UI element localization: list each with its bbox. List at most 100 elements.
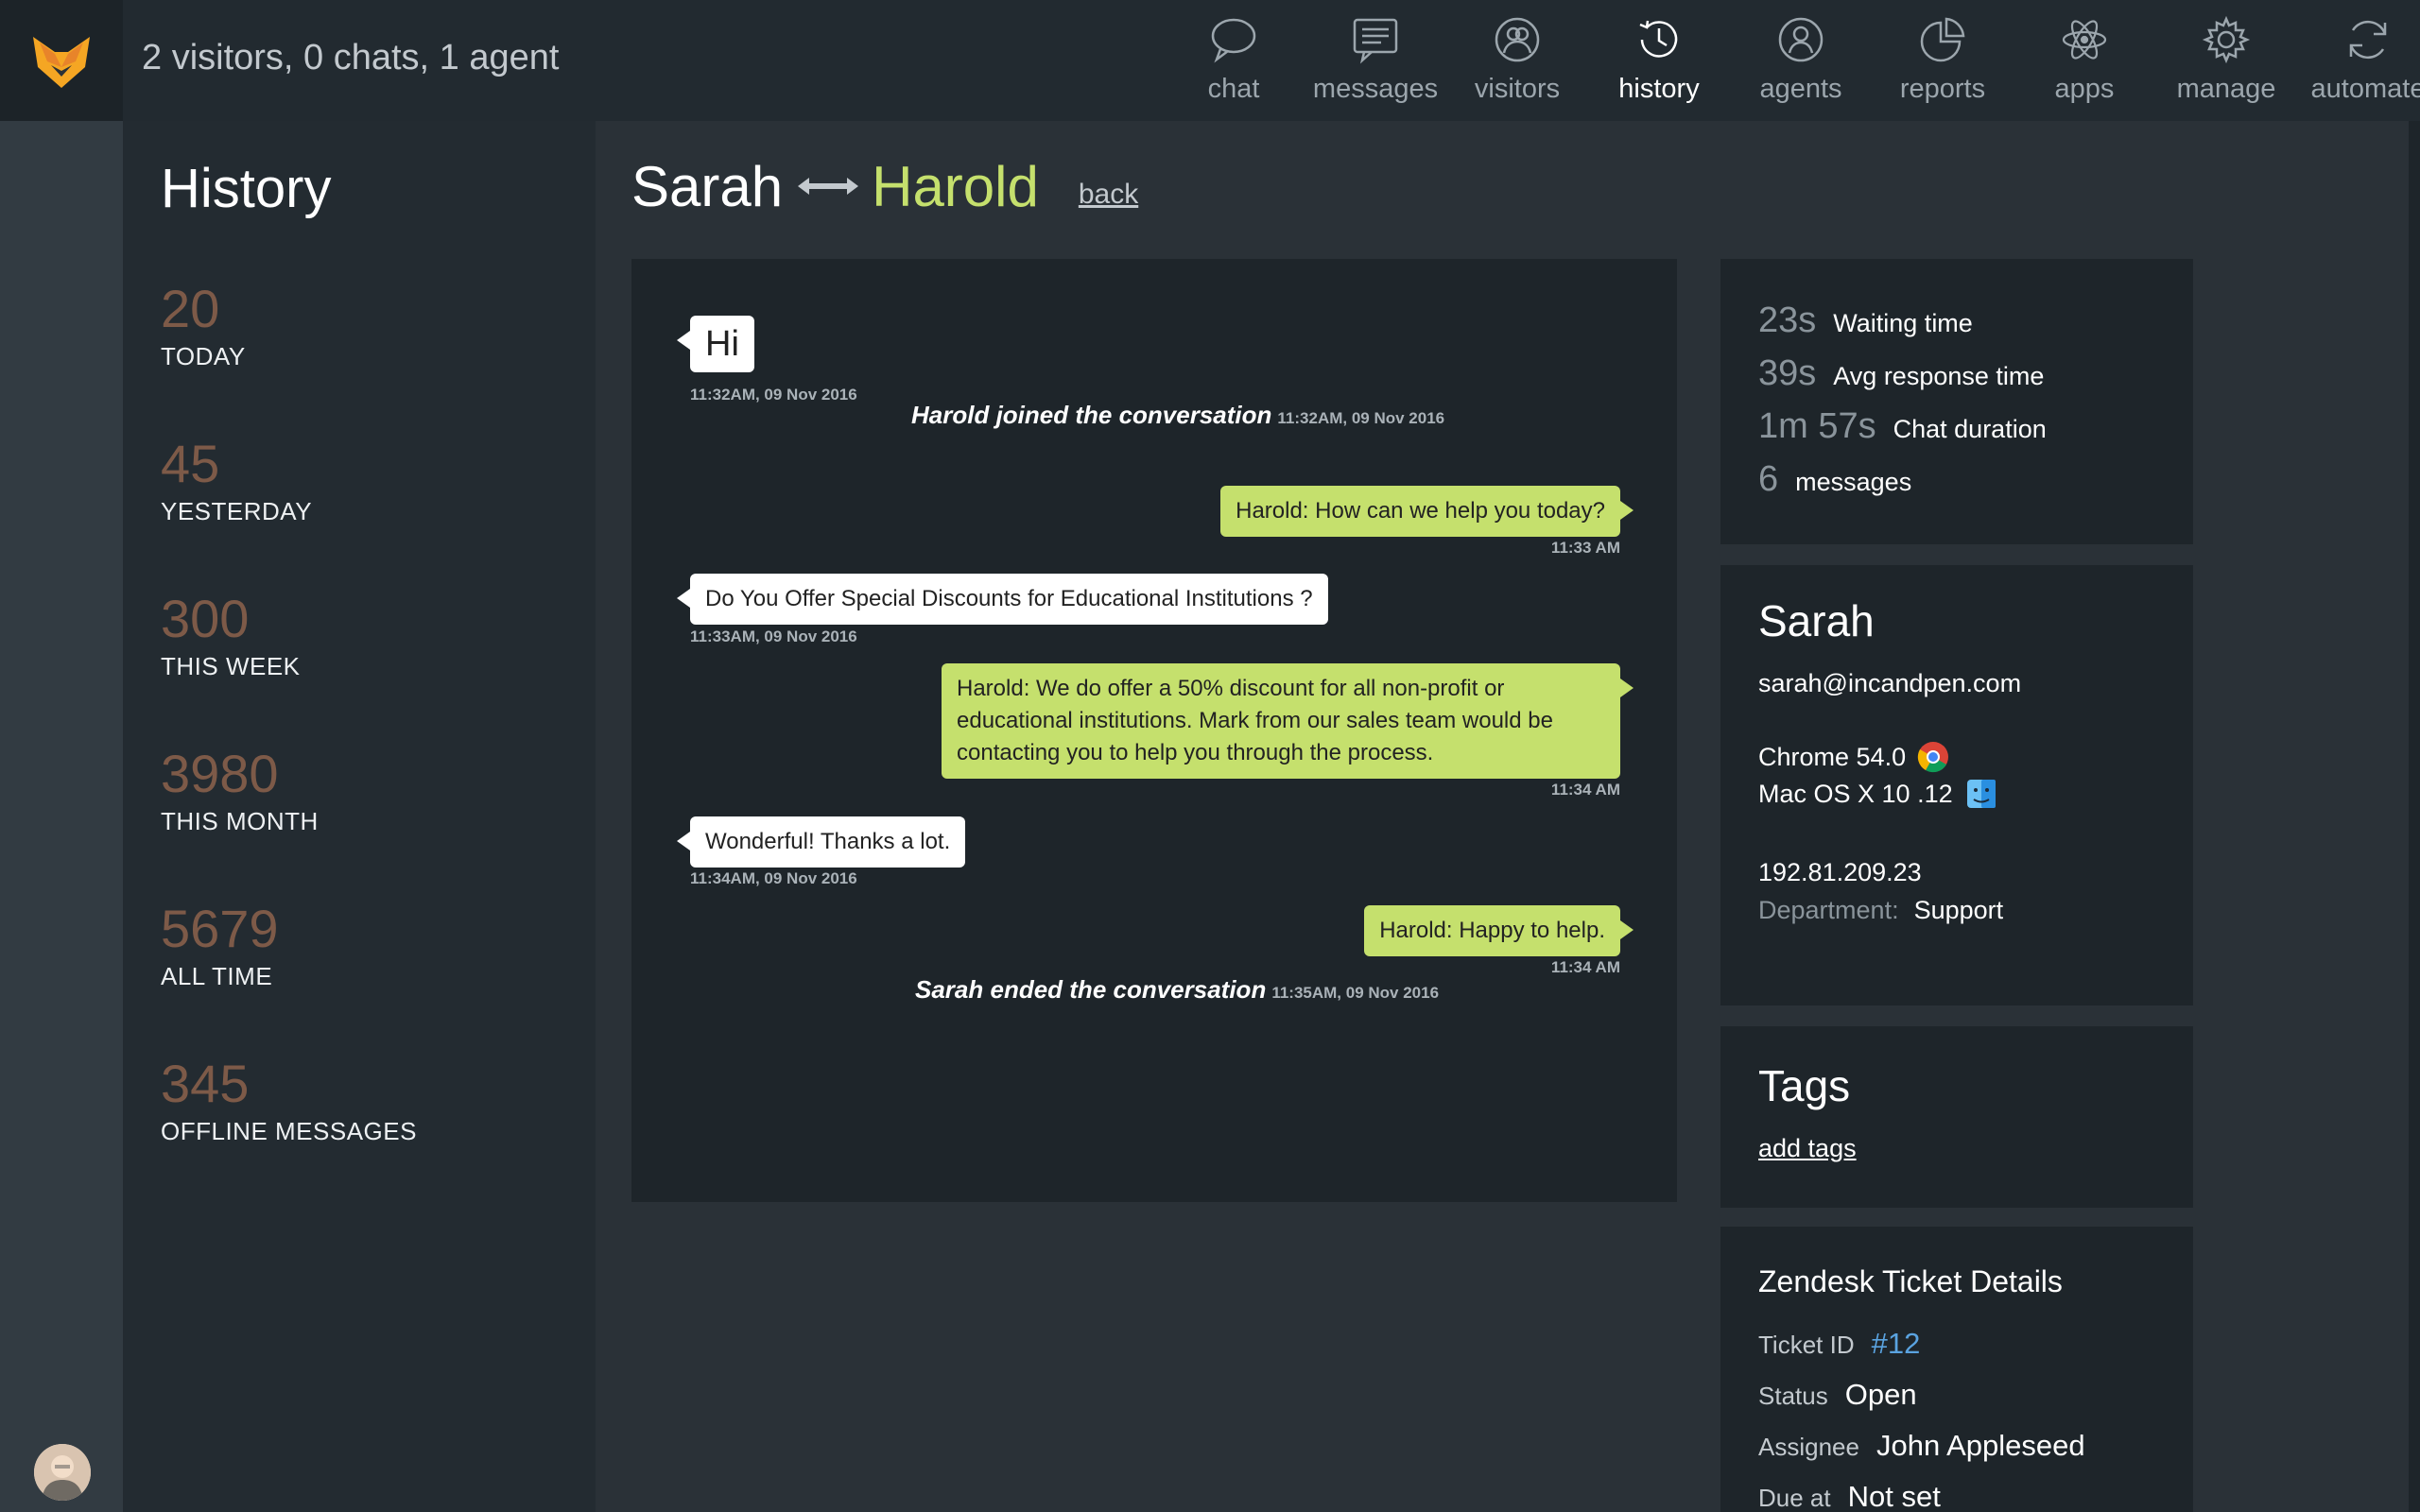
visitor-message: Do You Offer Special Discounts for Educa… bbox=[677, 574, 1328, 625]
stat-all-time[interactable]: 5679 ALL TIME bbox=[161, 900, 279, 991]
nav-automate[interactable]: automate bbox=[2297, 0, 2420, 121]
chrome-icon bbox=[1917, 742, 1949, 773]
stat-value: 20 bbox=[161, 279, 220, 338]
avatar[interactable] bbox=[34, 1444, 91, 1501]
visitor-name-title: Sarah bbox=[631, 154, 784, 218]
department-label: Department: bbox=[1758, 896, 1899, 924]
add-tags-link[interactable]: add tags bbox=[1758, 1134, 1857, 1163]
nav-manage[interactable]: manage bbox=[2155, 0, 2297, 121]
visitor-info-panel: Sarah sarah@incandpen.com Chrome 54.0 Ma… bbox=[1720, 565, 2193, 1005]
nav-reports[interactable]: reports bbox=[1872, 0, 2014, 121]
stat-value: 300 bbox=[161, 589, 250, 648]
right-scroll-edge[interactable] bbox=[2409, 121, 2420, 1512]
chat-bubble-icon bbox=[1211, 18, 1256, 63]
agent-message: Harold: How can we help you today? bbox=[1220, 486, 1634, 537]
metric-avg-response: 39s Avg response time bbox=[1758, 353, 2044, 394]
stat-today[interactable]: 20 TODAY bbox=[161, 280, 246, 371]
metric-label: messages bbox=[1795, 468, 1912, 496]
tags-title: Tags bbox=[1758, 1061, 1851, 1110]
nav-label: agents bbox=[1759, 74, 1842, 104]
stat-value: 345 bbox=[161, 1054, 250, 1113]
stat-value: 45 bbox=[161, 434, 220, 493]
ticket-due-value: Not set bbox=[1847, 1480, 1941, 1512]
visitor-browser: Chrome 54.0 bbox=[1758, 741, 1949, 773]
nav-messages[interactable]: messages bbox=[1305, 0, 1446, 121]
stat-value: 3980 bbox=[161, 744, 279, 803]
stat-offline-messages[interactable]: 345 OFFLINE MESSAGES bbox=[161, 1055, 417, 1146]
metric-waiting-time: 23s Waiting time bbox=[1758, 301, 1973, 341]
visitor-department: Department: Support bbox=[1758, 896, 2003, 925]
nav-label: apps bbox=[2054, 74, 2115, 104]
ticket-due-row: Due at Not set bbox=[1758, 1480, 1941, 1512]
agent-name-title: Harold bbox=[872, 154, 1039, 218]
history-sidebar: History 20 TODAY 45 YESTERDAY 300 THIS W… bbox=[123, 121, 596, 1512]
zendesk-ticket-panel: Zendesk Ticket Details Ticket ID #12 Sta… bbox=[1720, 1227, 2193, 1512]
ticket-status-row: Status Open bbox=[1758, 1378, 1917, 1412]
visitor-name: Sarah bbox=[1758, 596, 1875, 645]
event-time: 11:35AM, 09 Nov 2016 bbox=[1271, 984, 1440, 1002]
metric-value: 6 bbox=[1758, 459, 1779, 499]
os-text: Mac OS X 10 .12 bbox=[1758, 779, 1953, 808]
event-text: Harold joined the conversation bbox=[911, 401, 1272, 429]
ticket-id-link[interactable]: #12 bbox=[1872, 1327, 1921, 1361]
back-link[interactable]: back bbox=[1079, 179, 1138, 211]
chat-metrics-panel: 23s Waiting time 39s Avg response time 1… bbox=[1720, 259, 2193, 544]
visitor-status-text: 2 visitors, 0 chats, 1 agent bbox=[142, 38, 560, 77]
zendesk-title: Zendesk Ticket Details bbox=[1758, 1264, 2063, 1298]
nav-agents[interactable]: agents bbox=[1730, 0, 1872, 121]
sidebar-title: History bbox=[161, 158, 332, 219]
nav-history[interactable]: history bbox=[1588, 0, 1730, 121]
nav-apps[interactable]: apps bbox=[2014, 0, 2155, 121]
ticket-key: Ticket ID bbox=[1758, 1331, 1855, 1359]
message-time: 11:33AM, 09 Nov 2016 bbox=[690, 627, 857, 645]
stat-yesterday[interactable]: 45 YESTERDAY bbox=[161, 435, 312, 526]
agent-message: Harold: We do offer a 50% discount for a… bbox=[942, 663, 1634, 779]
nav-chat[interactable]: chat bbox=[1163, 0, 1305, 121]
visitor-ip: 192.81.209.23 bbox=[1758, 858, 1922, 886]
top-bar: 2 visitors, 0 chats, 1 agent chat messag… bbox=[0, 0, 2420, 121]
stat-label: YESTERDAY bbox=[161, 496, 313, 525]
metric-value: 23s bbox=[1758, 301, 1817, 340]
nav-label: chat bbox=[1207, 74, 1260, 104]
tags-panel: Tags add tags bbox=[1720, 1026, 2193, 1208]
stat-value: 5679 bbox=[161, 899, 279, 958]
fox-logo-icon bbox=[33, 37, 90, 88]
conversation-header: Sarah Harold back bbox=[631, 153, 1138, 219]
message-time: 11:32AM, 09 Nov 2016 bbox=[690, 386, 857, 404]
ticket-assignee-row: Assignee John Appleseed bbox=[1758, 1429, 2085, 1463]
agents-icon bbox=[1778, 17, 1824, 62]
stat-this-week[interactable]: 300 THIS WEEK bbox=[161, 590, 301, 681]
metric-label: Avg response time bbox=[1833, 362, 2045, 390]
nav-visitors[interactable]: visitors bbox=[1446, 0, 1588, 121]
ticket-key: Status bbox=[1758, 1382, 1828, 1410]
app-logo[interactable] bbox=[0, 0, 123, 121]
visitor-os: Mac OS X 10 .12 bbox=[1758, 779, 1996, 809]
visitor-email[interactable]: sarah@incandpen.com bbox=[1758, 669, 2021, 698]
double-arrow-icon bbox=[798, 178, 859, 195]
finder-icon bbox=[1966, 780, 1996, 808]
ticket-status-value: Open bbox=[1844, 1378, 1917, 1411]
nav-label: visitors bbox=[1474, 74, 1561, 104]
ticket-key: Assignee bbox=[1758, 1433, 1859, 1461]
ticket-id-row: Ticket ID #12 bbox=[1758, 1327, 1920, 1361]
message-time: 11:33 AM bbox=[1550, 539, 1620, 557]
nav-label: history bbox=[1618, 74, 1700, 104]
metric-value: 1m 57s bbox=[1758, 406, 1876, 446]
metric-label: Chat duration bbox=[1893, 415, 2047, 443]
message-time: 11:34AM, 09 Nov 2016 bbox=[690, 869, 857, 887]
stat-this-month[interactable]: 3980 THIS MONTH bbox=[161, 745, 319, 836]
messages-icon bbox=[1353, 18, 1398, 64]
system-event: Harold joined the conversation 11:32AM, 0… bbox=[911, 401, 1444, 430]
stat-label: OFFLINE MESSAGES bbox=[161, 1116, 417, 1145]
nav-label: messages bbox=[1312, 74, 1439, 104]
visitor-message: Wonderful! Thanks a lot. bbox=[676, 816, 966, 868]
metric-chat-duration: 1m 57s Chat duration bbox=[1758, 406, 2047, 447]
left-rail bbox=[0, 121, 123, 1512]
chat-transcript[interactable]: Hi 11:32AM, 09 Nov 2016 Harold joined th… bbox=[631, 259, 1677, 1202]
nav-label: manage bbox=[2176, 74, 2276, 104]
reports-pie-icon bbox=[1920, 17, 1965, 62]
event-time: 11:32AM, 09 Nov 2016 bbox=[1277, 409, 1445, 427]
stat-label: TODAY bbox=[161, 341, 246, 370]
visitor-message: Hi bbox=[677, 316, 754, 372]
visitors-icon bbox=[1495, 17, 1540, 62]
